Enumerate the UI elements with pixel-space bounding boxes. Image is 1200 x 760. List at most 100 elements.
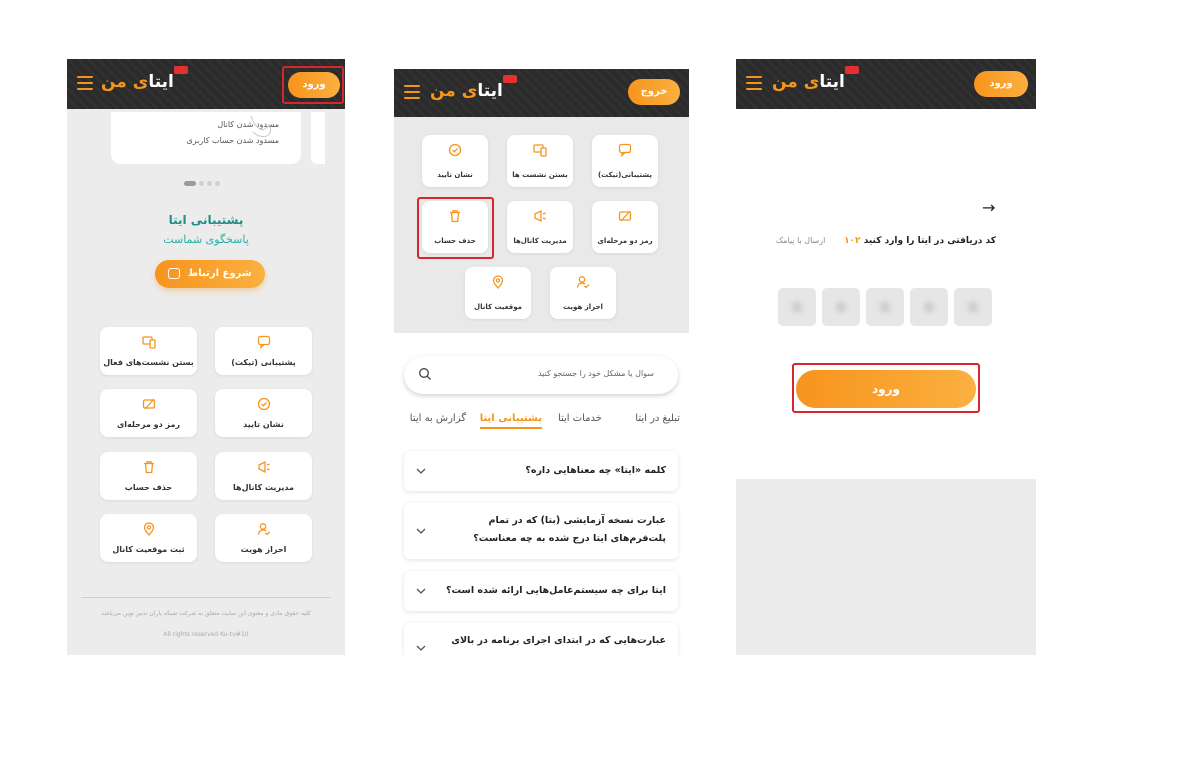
- faq-question: ایتا برای چه سیستم‌عامل‌هایی ارائه شده ا…: [445, 585, 666, 596]
- chat-bubble-icon: [618, 143, 632, 157]
- tile-two-step-password[interactable]: رمز دو مرحله‌ای: [100, 389, 197, 437]
- top-bar: ایتای من ورود: [736, 59, 1036, 109]
- faq-item[interactable]: عبارت‌هایی که در ابتدای اجرای برنامه در …: [404, 623, 678, 655]
- back-arrow-icon[interactable]: →: [982, 198, 995, 217]
- chevron-down-icon: [416, 528, 426, 534]
- tile-label: پشتیبانی(تیکت): [597, 171, 653, 179]
- search-icon[interactable]: [418, 367, 432, 381]
- verified-badge-icon: [257, 397, 270, 411]
- login-button[interactable]: ورود: [974, 71, 1028, 97]
- password-icon: [618, 210, 632, 222]
- beta-badge: [844, 66, 859, 74]
- tile-identity-verification[interactable]: احراز هویت: [215, 514, 312, 562]
- faq-item[interactable]: کلمه «ایتا» چه معناهایی داره؟: [404, 451, 678, 491]
- highlight-frame: [792, 363, 980, 413]
- otp-digit-input[interactable]: [822, 288, 860, 326]
- tile-support-ticket[interactable]: پشتیبانی (تیکت): [215, 327, 312, 375]
- megaphone-icon: [257, 460, 270, 474]
- tile-label: موقعیت کانال: [474, 303, 522, 311]
- tab-report[interactable]: گزارش به ایتا: [410, 413, 466, 424]
- code-prompt: کد دریافتی در ایتا را وارد کنید ۱۰۲: [844, 236, 996, 246]
- faq-question: عبارت نسخه آزمایشی (بتا) که در تمام پلت‌…: [473, 515, 666, 544]
- status-strip: [394, 59, 689, 69]
- user-check-icon: [576, 276, 590, 289]
- tile-close-sessions[interactable]: بستن نشست ها: [507, 135, 573, 187]
- megaphone-icon: [534, 209, 546, 223]
- carousel-card-next[interactable]: [311, 112, 325, 164]
- tile-two-step-password[interactable]: رمز دو مرحله‌ای: [592, 201, 658, 253]
- support-title: پشتیبانی ایتا: [168, 213, 244, 227]
- chevron-down-icon: [416, 645, 426, 651]
- tile-verified-badge[interactable]: نشان تایید: [422, 135, 488, 187]
- chat-icon: [168, 267, 181, 279]
- tile-manage-channels[interactable]: مدیریت کانال‌ها: [507, 201, 573, 253]
- hamburger-menu-icon[interactable]: [404, 85, 420, 99]
- chevron-down-icon: [416, 588, 426, 594]
- screen-support-landing: ایتای من ورود مسدود شدن کانال مسدود شدن …: [67, 59, 345, 655]
- app-logo: ایتای من: [772, 66, 859, 92]
- beta-badge: [502, 75, 517, 83]
- faq-item[interactable]: عبارت نسخه آزمایشی (بتا) که در تمام پلت‌…: [404, 503, 678, 559]
- footer-copyright: کلیه حقوق مادی و معنوی این سایت متعلق به…: [101, 610, 311, 617]
- tile-verified-badge[interactable]: نشان تایید: [215, 389, 312, 437]
- tile-label: رمز دو مرحله‌ای: [116, 420, 181, 429]
- start-chat-button[interactable]: شروع ارتباط: [155, 260, 265, 288]
- hamburger-menu-icon[interactable]: [746, 76, 762, 90]
- tile-label: رمز دو مرحله‌ای: [597, 237, 653, 245]
- tile-label: ثبت موقعیت کانال: [112, 545, 185, 554]
- footer-rights: All rights reserved Ku-tu#10: [163, 631, 249, 638]
- tile-label: بستن نشست ها: [512, 171, 568, 179]
- trash-icon: [143, 461, 154, 474]
- tile-channel-location[interactable]: موقعیت کانال: [465, 267, 531, 319]
- screen-dashboard: ایتای من خروج پشتیبانی(تیکت) بستن نشست ه…: [394, 59, 689, 655]
- illustration-hand-icon: [250, 115, 272, 137]
- faq-question: عبارت‌هایی که در ابتدای اجرای برنامه در …: [451, 635, 666, 655]
- tile-manage-channels[interactable]: مدیریت کانال‌ها: [215, 452, 312, 500]
- otp-digit-input[interactable]: [866, 288, 904, 326]
- faq-question: کلمه «ایتا» چه معناهایی داره؟: [525, 465, 666, 476]
- tile-identity-verification[interactable]: احراز هویت: [550, 267, 616, 319]
- hamburger-menu-icon[interactable]: [77, 76, 93, 90]
- tile-label: پشتیبانی (تیکت): [231, 358, 296, 367]
- logout-button[interactable]: خروج: [628, 79, 680, 105]
- otp-digit-input[interactable]: [954, 288, 992, 326]
- code-hint: ۱۰۲: [844, 236, 861, 246]
- verified-badge-icon: [448, 143, 462, 157]
- chevron-down-icon: [416, 468, 426, 474]
- tile-label: بستن نشست‌های فعال: [103, 358, 194, 367]
- send-sms-link[interactable]: ارسال با پیامک: [776, 236, 825, 245]
- tile-close-sessions[interactable]: بستن نشست‌های فعال: [100, 327, 197, 375]
- user-check-icon: [257, 523, 270, 536]
- beta-badge: [173, 66, 188, 74]
- tile-label: نشان تایید: [243, 420, 284, 429]
- otp-digit-input[interactable]: [910, 288, 948, 326]
- tab-advertising[interactable]: تبلیغ در ایتا: [635, 413, 680, 424]
- tile-label: نشان تایید: [437, 171, 473, 179]
- tab-services[interactable]: خدمات ایتا: [558, 413, 602, 424]
- tile-delete-account[interactable]: حذف حساب: [100, 452, 197, 500]
- tile-label: مدیریت کانال‌ها: [233, 483, 294, 492]
- app-logo: ایتای من: [430, 75, 517, 101]
- footer-divider: [81, 597, 331, 598]
- location-pin-icon: [143, 522, 154, 536]
- faq-item[interactable]: ایتا برای چه سیستم‌عامل‌هایی ارائه شده ا…: [404, 571, 678, 611]
- carousel-dots[interactable]: [184, 173, 223, 186]
- tab-support[interactable]: پشتیبانی ایتا: [479, 413, 542, 429]
- password-icon: [142, 398, 155, 410]
- tile-label: حذف حساب: [124, 483, 173, 492]
- tile-support-ticket[interactable]: پشتیبانی(تیکت): [592, 135, 658, 187]
- search-placeholder: سوال یا مشکل خود را جستجو کنید: [537, 369, 654, 378]
- screen-login-code: ایتای من ورود → کد دریافتی در ایتا را وا…: [736, 59, 1036, 655]
- app-logo: ایتای من: [101, 66, 188, 92]
- tile-label: احراز هویت: [563, 303, 603, 311]
- top-bar: ایتای من خروج: [394, 69, 689, 117]
- tile-channel-location[interactable]: ثبت موقعیت کانال: [100, 514, 197, 562]
- location-pin-icon: [492, 275, 504, 289]
- faq-search-field[interactable]: سوال یا مشکل خود را جستجو کنید: [404, 356, 678, 394]
- support-subtitle: پاسخگوی شماست: [163, 233, 249, 246]
- devices-icon: [141, 336, 156, 349]
- tile-label: مدیریت کانال‌ها: [513, 237, 567, 245]
- empty-area: [736, 479, 1036, 655]
- otp-digit-input[interactable]: [778, 288, 816, 326]
- carousel-card[interactable]: مسدود شدن کانال مسدود شدن حساب کاربری: [111, 112, 301, 164]
